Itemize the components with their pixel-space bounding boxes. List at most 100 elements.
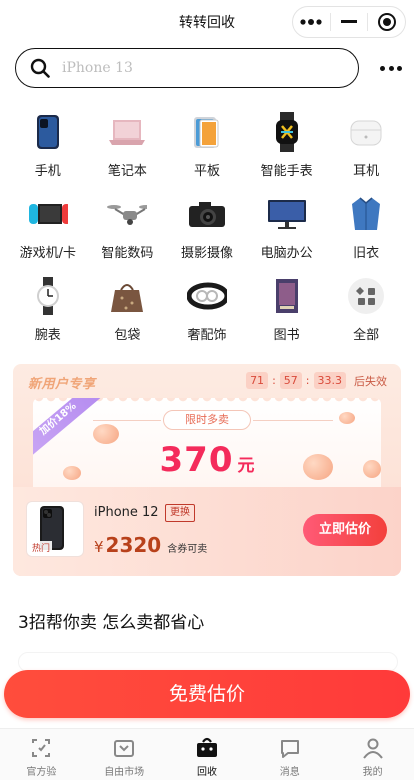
category-bags[interactable]: 包袋 [88,276,168,358]
promo-title: 新用户专享 [28,377,96,392]
category-label: 智能手表 [260,164,313,179]
bonus-amount-unit: 元 [237,456,255,476]
category-label: 包袋 [114,328,141,343]
smartwatch-icon [267,112,307,152]
tab-recycle[interactable]: 回收 [166,729,249,780]
category-phone[interactable]: 手机 [8,112,88,194]
phone-icon [28,112,68,152]
tab-label: 官方验 [26,767,57,778]
category-grid: 手机 笔记本 平板 智能手表 耳机 游戏机/卡 智能数码 摄影摄像 电脑办公 旧… [8,112,406,358]
category-label: 耳机 [353,164,380,179]
category-game-console[interactable]: 游戏机/卡 [8,194,88,276]
limited-time-tag: 限时多卖 [163,410,251,430]
category-laptop[interactable]: 笔记本 [88,112,168,194]
more-options-button[interactable] [293,7,330,37]
search-box[interactable] [15,48,359,88]
verify-icon [29,736,53,760]
tab-label: 我的 [362,767,383,778]
category-earphones[interactable]: 耳机 [326,112,406,194]
drone-icon [107,194,148,234]
coupon-panel: 加价18% 限时多卖 370 元 [33,398,381,488]
tab-label: 回收 [196,767,217,778]
new-user-promo-card: 新用户专享 71 : 57 : 33.3 后失效 加价18% 限时多卖 370 元 [13,364,401,576]
bonus-amount-value: 370 [159,440,234,480]
bonus-amount: 370 元 [33,440,381,480]
category-label: 平板 [193,164,220,179]
estimate-now-button[interactable]: 立即估价 [303,514,387,546]
free-estimate-button[interactable]: 免费估价 [4,670,410,718]
category-label: 游戏机/卡 [19,246,76,261]
category-label: 手机 [34,164,61,179]
category-camera[interactable]: 摄影摄像 [167,194,247,276]
mini-program-navbar: 转转回收 [0,0,414,44]
category-wristwatch[interactable]: 腕表 [8,276,88,358]
earbuds-icon [346,112,386,152]
countdown-minutes: 57 [279,372,302,389]
belt-icon [186,276,227,316]
laptop-icon [107,112,147,152]
category-label: 笔记本 [107,164,147,179]
category-label: 电脑办公 [260,246,313,261]
product-image[interactable]: 热门 [26,501,84,557]
tab-messages[interactable]: 消息 [248,729,331,780]
countdown-suffix: 后失效 [354,374,387,388]
category-tablet[interactable]: 平板 [167,112,247,194]
category-books[interactable]: 图书 [247,276,327,358]
tab-label: 自由市场 [104,767,145,778]
countdown-seconds: 33.3 [313,372,346,389]
content-card-peek [18,652,398,672]
category-label: 奢配饰 [187,328,227,343]
category-label: 全部 [353,328,380,343]
shirt-icon [346,194,386,234]
minus-icon [341,20,357,23]
category-label: 摄影摄像 [180,246,233,261]
category-old-clothes[interactable]: 旧衣 [326,194,406,276]
change-product-button[interactable]: 更换 [165,504,195,522]
countdown-timer: 71 : 57 : 33.3 后失效 [246,372,387,389]
category-label: 旧衣 [353,246,380,261]
message-icon [278,736,302,760]
recycle-bag-icon [195,736,219,760]
category-luxury-accessories[interactable]: 奢配饰 [167,276,247,358]
more-icon[interactable] [377,58,405,78]
section-title: 3招帮你卖 怎么卖都省心 [18,613,205,633]
limit-line-left [93,420,161,421]
close-mini-program-button[interactable] [368,7,405,37]
dots-icon [300,19,322,25]
tab-official-inspection[interactable]: 官方验 [0,729,83,780]
price-symbol: ¥ [94,538,104,556]
category-computer-office[interactable]: 电脑办公 [247,194,327,276]
wristwatch-icon [28,276,68,316]
category-all[interactable]: 全部 [326,276,406,358]
category-label: 腕表 [34,328,61,343]
tab-label: 消息 [279,767,300,778]
product-price: ¥ 2320 含券可卖 [94,533,207,557]
coin-decoration [339,412,355,424]
category-label: 智能数码 [101,246,154,261]
limit-line-right [253,420,333,421]
price-value: 2320 [105,533,162,557]
monitor-icon [267,194,307,234]
tab-free-market[interactable]: 自由市场 [83,729,166,780]
product-name: iPhone 12 [94,505,159,520]
market-icon [112,736,136,760]
all-categories-icon [346,276,386,316]
profile-icon [361,736,385,760]
minimize-button[interactable] [331,7,368,37]
target-close-icon [377,13,396,31]
tab-bar: 官方验 自由市场 回收 消息 我的 [0,728,414,780]
category-smart-digital[interactable]: 智能数码 [88,194,168,276]
capsule-menu [292,6,406,38]
product-row: 热门 iPhone 12 更换 ¥ 2320 含券可卖 立即估价 [13,487,401,576]
category-smartwatch[interactable]: 智能手表 [247,112,327,194]
page: 转转回收 手机 [0,0,414,780]
game-console-icon [28,194,68,234]
countdown-separator: : [272,374,276,387]
hot-tag: 热门 [30,541,53,554]
camera-icon [187,194,227,234]
price-note: 含券可卖 [167,544,208,555]
search-icon [30,58,50,78]
tab-mine[interactable]: 我的 [331,729,414,780]
countdown-hours: 71 [246,372,269,389]
search-input[interactable] [62,60,302,76]
